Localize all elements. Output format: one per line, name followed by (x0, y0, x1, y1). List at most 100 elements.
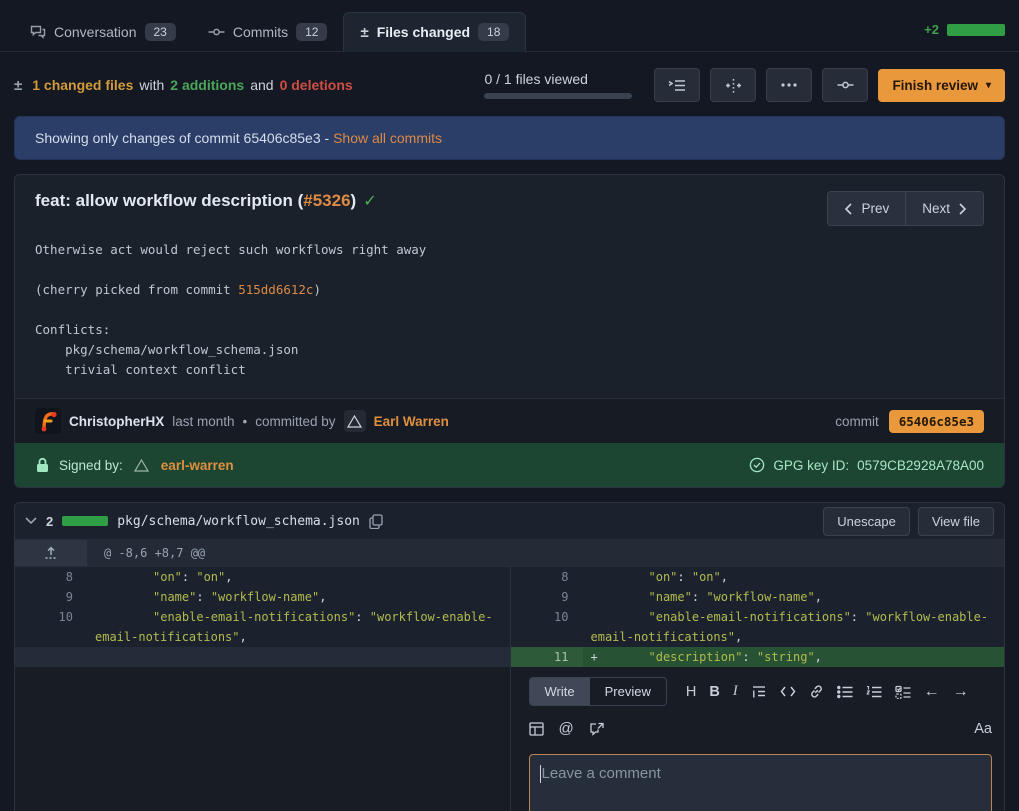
diff-row: 10 "enable-email-notifications": "workfl… (15, 607, 510, 647)
code-line: "on": "on", (87, 567, 510, 587)
lock-icon (35, 457, 50, 473)
line-number[interactable]: 10 (15, 607, 87, 647)
conflict-file: pkg/schema/workflow_schema.json (35, 342, 298, 357)
quote-icon[interactable] (751, 685, 767, 699)
author-name-link[interactable]: ChristopherHX (69, 414, 164, 429)
diff-row: 8 "on": "on", (15, 567, 510, 587)
copy-path-icon[interactable] (369, 514, 383, 529)
commit-filter-banner: Showing only changes of commit 65406c85e… (14, 116, 1005, 160)
verified-check-icon (749, 457, 765, 473)
comment-input[interactable] (529, 754, 993, 811)
chevron-left-icon (844, 203, 853, 215)
code-line: +"description": "string", (583, 647, 1005, 667)
next-label: Next (922, 201, 950, 216)
unescape-button[interactable]: Unescape (823, 507, 910, 536)
cherry-pick-close: ) (313, 282, 321, 297)
file-tree-toggle-button[interactable] (654, 68, 700, 102)
line-number[interactable]: 9 (15, 587, 87, 607)
italic-icon[interactable]: I (733, 683, 738, 700)
commit-icon (837, 77, 854, 93)
collapse-file-chevron-icon[interactable] (25, 517, 37, 525)
commit-panel: feat: allow workflow description (#5326)… (14, 174, 1005, 488)
files-viewed-progress: 0 / 1 files viewed (484, 71, 632, 99)
signed-by-label: Signed by: (59, 458, 123, 473)
file-list-icon (668, 78, 686, 93)
files-count-badge: 18 (478, 23, 509, 41)
diff-icon: ± (360, 25, 368, 40)
commit-sha-badge[interactable]: 65406c85e3 (889, 410, 984, 433)
expand-up-icon (44, 546, 58, 560)
hunk-range: @ -8,6 +8,7 @@ (87, 540, 205, 566)
diff-options-button[interactable] (766, 68, 812, 102)
tab-commits[interactable]: Commits 12 (192, 13, 344, 51)
text-cursor (540, 765, 541, 783)
line-number[interactable]: 10 (511, 607, 583, 647)
cherry-pick-hash-link[interactable]: 515dd6612c (238, 282, 313, 297)
committer-name-link[interactable]: Earl Warren (374, 414, 449, 429)
code-icon[interactable] (780, 685, 796, 698)
editor-mode-tabs: Write Preview (529, 677, 667, 706)
tab-files-changed[interactable]: ± Files changed 18 (343, 12, 526, 52)
table-icon[interactable] (529, 722, 544, 736)
commit-title-close: ) (351, 191, 357, 210)
prev-label: Prev (861, 201, 889, 216)
summary-text-and: and (250, 77, 273, 93)
hunk-header: @ -8,6 +8,7 @@ (15, 540, 1004, 567)
author-avatar[interactable] (35, 408, 61, 434)
issue-link[interactable]: #5326 (303, 191, 350, 210)
monospace-toggle[interactable]: Aa (974, 721, 992, 737)
reference-icon[interactable] (589, 722, 604, 736)
line-number[interactable]: 11 (511, 647, 583, 667)
diff-left-column: 8 "on": "on", 9 "name": "workflow-name",… (15, 567, 510, 811)
prev-commit-button[interactable]: Prev (828, 192, 905, 225)
select-commit-button[interactable] (822, 68, 868, 102)
mention-icon[interactable]: @ (559, 720, 574, 737)
indent-left-icon[interactable]: ← (924, 683, 940, 701)
gpg-key-value: 0579CB2928A78A00 (857, 458, 984, 473)
line-number[interactable]: 9 (511, 587, 583, 607)
link-icon[interactable] (809, 684, 824, 699)
expand-hunk-button[interactable] (15, 540, 87, 566)
file-diffstat-bar (62, 516, 108, 526)
diff-placeholder-row (15, 647, 510, 667)
next-commit-button[interactable]: Next (905, 192, 983, 225)
signer-name-link[interactable]: earl-warren (161, 458, 234, 473)
commit-title: feat: allow workflow description (#5326)… (35, 191, 377, 211)
line-number[interactable]: 8 (15, 567, 87, 587)
changed-files-count: 1 changed files (32, 77, 133, 93)
diff-icon-small: ± (14, 77, 22, 94)
line-number[interactable]: 8 (511, 567, 583, 587)
added-sign: + (591, 647, 598, 667)
commit-message: Otherwise act would reject such workflow… (15, 232, 1004, 398)
tab-write[interactable]: Write (530, 678, 590, 705)
cherry-pick-text: (cherry picked from commit (35, 282, 238, 297)
triangle-avatar-icon (134, 459, 149, 472)
finish-review-label: Finish review (892, 78, 978, 93)
files-viewed-bar (484, 93, 632, 99)
chevron-down-icon: ▾ (986, 80, 991, 91)
show-all-commits-link[interactable]: Show all commits (333, 130, 442, 146)
chevron-right-icon (958, 203, 967, 215)
finish-review-button[interactable]: Finish review ▾ (878, 69, 1005, 102)
commits-count-badge: 12 (296, 23, 327, 41)
split-view-toggle-button[interactable] (710, 68, 756, 102)
side-by-side-icon (725, 78, 742, 93)
bold-icon[interactable]: B (709, 684, 719, 700)
committer-avatar[interactable] (344, 410, 366, 432)
file-diff-box: 2 pkg/schema/workflow_schema.json Unesca… (14, 502, 1005, 811)
bullet-list-icon[interactable] (837, 685, 853, 699)
conflicts-label: Conflicts: (35, 322, 110, 337)
numbered-list-icon[interactable] (866, 685, 882, 699)
file-path[interactable]: pkg/schema/workflow_schema.json (117, 514, 360, 529)
diff-row: 9 "name": "workflow-name", (511, 587, 1005, 607)
indent-right-icon[interactable]: → (953, 683, 969, 701)
status-check-icon[interactable]: ✓ (363, 191, 376, 211)
task-list-icon[interactable] (895, 685, 911, 699)
file-lines-changed: 2 (46, 514, 53, 529)
heading-icon[interactable]: H (686, 684, 696, 700)
tab-conversation[interactable]: Conversation 23 (14, 13, 192, 51)
conversation-count-badge: 23 (145, 23, 176, 41)
signer-avatar[interactable] (132, 455, 152, 475)
view-file-button[interactable]: View file (918, 507, 994, 536)
tab-preview[interactable]: Preview (590, 678, 666, 705)
